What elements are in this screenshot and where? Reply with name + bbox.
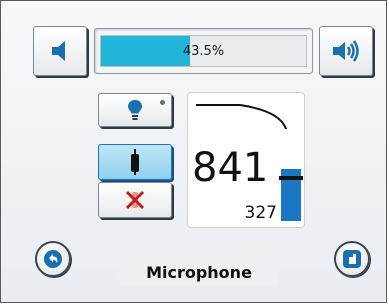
mute-x-icon bbox=[125, 190, 145, 210]
volume-percent-label: 43.5% bbox=[182, 43, 225, 59]
back-button[interactable] bbox=[35, 241, 71, 277]
speaker-low-icon bbox=[52, 41, 65, 61]
page-title: Microphone bbox=[119, 258, 279, 286]
indicator-dot bbox=[160, 100, 165, 105]
microphone-icon bbox=[131, 149, 139, 175]
volume-slider[interactable]: 43.5% bbox=[94, 28, 313, 74]
light-button[interactable] bbox=[98, 93, 172, 127]
level-meter bbox=[279, 129, 303, 221]
settings-button[interactable] bbox=[334, 241, 370, 277]
level-value: 841 bbox=[192, 145, 269, 191]
volume-down-button[interactable] bbox=[33, 26, 87, 76]
volume-slider-track: 43.5% bbox=[100, 35, 307, 67]
tool-icon bbox=[343, 250, 361, 268]
level-threshold: 327 bbox=[244, 203, 277, 223]
back-arrow-icon bbox=[44, 250, 62, 268]
light-bulb-icon bbox=[128, 100, 142, 120]
speaker-high-icon bbox=[333, 40, 359, 62]
volume-up-button[interactable] bbox=[319, 26, 373, 76]
screen: 43.5% 841 327 Microphone bbox=[0, 0, 387, 303]
microphone-on-button[interactable] bbox=[98, 144, 172, 180]
level-meter-marker bbox=[279, 175, 303, 180]
microphone-mute-button[interactable] bbox=[98, 182, 172, 218]
